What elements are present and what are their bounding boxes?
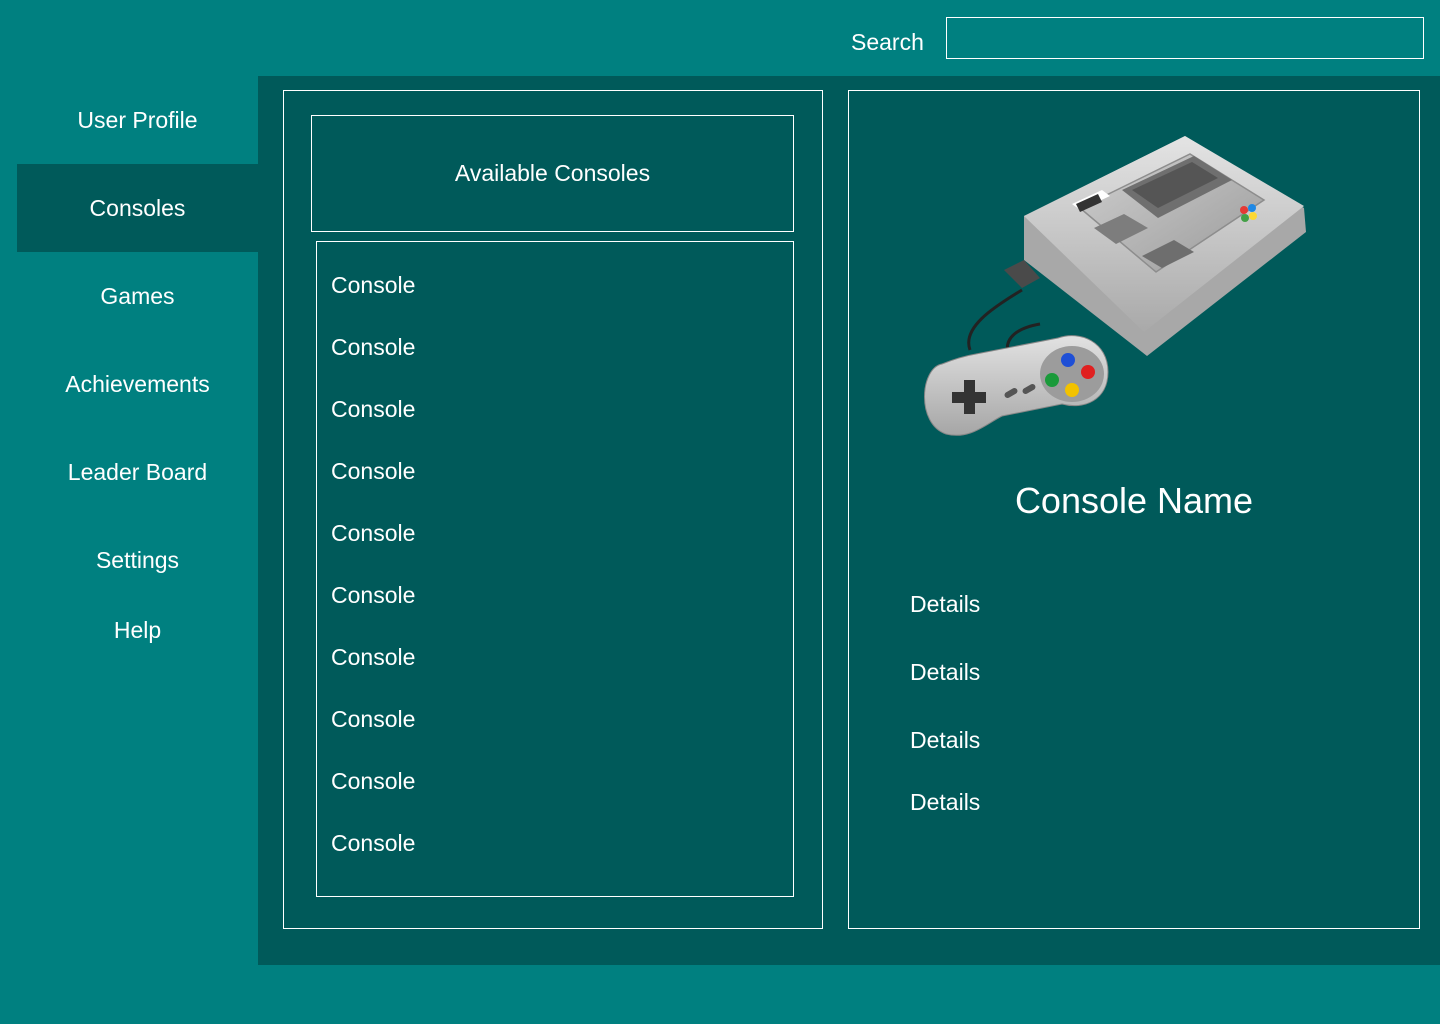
console-list: Console Console Console Console Console … xyxy=(316,241,794,897)
console-name: Console Name xyxy=(1014,480,1254,521)
sidebar: User Profile Consoles Games Achievements… xyxy=(17,76,258,665)
sidebar-item-leader-board[interactable]: Leader Board xyxy=(17,428,258,516)
console-image xyxy=(924,136,1306,436)
detail-item: Details xyxy=(910,727,981,753)
console-list-item[interactable]: Console xyxy=(331,830,415,856)
console-list-item[interactable]: Console xyxy=(331,644,415,670)
sidebar-item-user-profile[interactable]: User Profile xyxy=(17,76,258,164)
console-list-item[interactable]: Console xyxy=(331,334,415,360)
detail-item: Details xyxy=(910,591,981,617)
console-list-item[interactable]: Console xyxy=(331,520,415,546)
console-list-item[interactable]: Console xyxy=(331,582,415,608)
console-list-item[interactable]: Console xyxy=(331,768,415,794)
detail-item: Details xyxy=(910,789,981,815)
console-list-item[interactable]: Console xyxy=(331,458,415,484)
search-label: Search xyxy=(851,29,924,55)
console-list-item[interactable]: Console xyxy=(331,396,415,422)
console-list-header: Available Consoles xyxy=(311,115,794,232)
search-input[interactable] xyxy=(946,17,1424,59)
sidebar-item-consoles[interactable]: Consoles xyxy=(17,164,258,252)
sidebar-item-help[interactable]: Help xyxy=(17,595,258,665)
sidebar-item-achievements[interactable]: Achievements xyxy=(17,340,258,428)
sidebar-item-games[interactable]: Games xyxy=(17,252,258,340)
console-list-item[interactable]: Console xyxy=(331,272,415,298)
sidebar-item-settings[interactable]: Settings xyxy=(17,516,258,604)
console-list-item[interactable]: Console xyxy=(331,706,415,732)
detail-item: Details xyxy=(910,659,981,685)
